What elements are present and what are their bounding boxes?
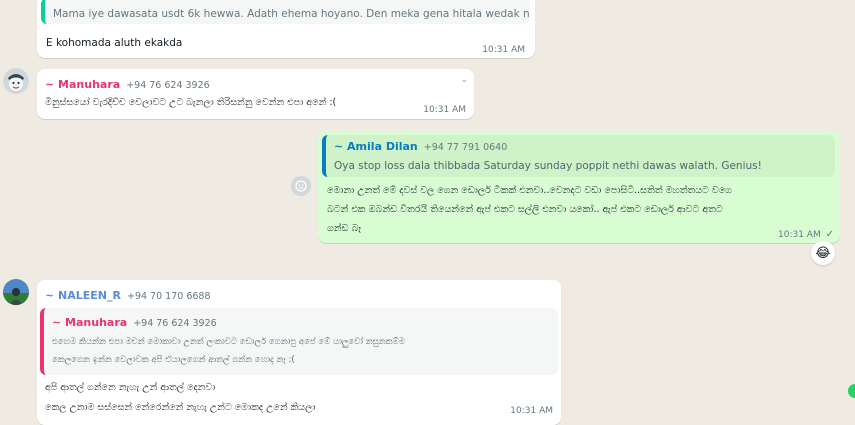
message-time: 10:31 AM ✓ — [778, 229, 834, 240]
laughing-emoji-reaction[interactable]: 😂 — [811, 241, 835, 265]
quoted-message[interactable]: ~ Amila Dilan +94 77 791 0640 Oya stop lo… — [322, 135, 835, 177]
message-time-label: 10:31 AM — [778, 230, 821, 240]
quoted-sender: ~ Amila Dilan +94 77 791 0640 — [334, 140, 507, 153]
emoji-icon[interactable] — [291, 176, 311, 196]
single-check-icon: ✓ — [825, 229, 834, 240]
sender-phone: +94 76 624 3926 — [126, 80, 210, 91]
message-bubble-2[interactable]: ~ Manuhara +94 76 624 3926 ⌄ මිනුස්සයෝ වැ… — [37, 69, 474, 119]
quoted-message[interactable]: Mama iye dawasata usdt 6k hewwa. Adath e… — [41, 0, 530, 24]
sender-phone: +94 70 170 6688 — [126, 291, 211, 302]
message-text: E kohomada aluth ekakda — [46, 37, 183, 49]
message-bubble-3[interactable]: ~ Amila Dilan +94 77 791 0640 Oya stop lo… — [318, 131, 840, 243]
quoted-text-line-2: කෙලගෙන ඉන්න වෙලාවක අපි ඒයාලගෙන් ආතල් ගන්… — [52, 355, 295, 365]
quoted-sender-label: ~ Manuhara — [52, 316, 128, 329]
quoted-sender-phone: +94 77 791 0640 — [423, 142, 508, 153]
quoted-sender-phone: +94 76 624 3926 — [133, 318, 217, 329]
message-bubble-4[interactable]: ~ NALEEN_R +94 70 170 6688 ~ Manuhara +94 … — [37, 280, 561, 425]
quoted-message[interactable]: ~ Manuhara +94 76 624 3926 එහෙම කියන්න එප… — [40, 308, 558, 375]
message-text-line-3: ගන්ඩ බෑ — [327, 223, 362, 234]
message-time: 10:31 AM — [510, 406, 553, 416]
quoted-text-line-1: එහෙම කියන්න එපා මචන් මොකාවා උනත් ලංකාවට … — [52, 337, 405, 347]
scroll-indicator[interactable] — [848, 384, 855, 398]
sender-label: ~ Manuhara — [45, 78, 121, 91]
message-time: 10:31 AM — [482, 45, 525, 55]
avatar-naleen[interactable] — [3, 279, 29, 305]
sender-name[interactable]: ~ NALEEN_R +94 70 170 6688 — [45, 289, 211, 302]
message-text-line-2: බටන් එක ඔබන්ඩ විතරයි තියෙන්නේ ඇප් එකට සල… — [327, 204, 723, 215]
quoted-text: Mama iye dawasata usdt 6k hewwa. Adath e… — [53, 8, 530, 20]
message-text: මිනුස්සයෝ වැරදිච්ච වෙලාවට උට බැනලා තිරිස… — [45, 97, 337, 108]
message-time: 10:31 AM — [423, 105, 466, 115]
sender-label: ~ NALEEN_R — [45, 289, 121, 302]
sender-name[interactable]: ~ Manuhara +94 76 624 3926 — [45, 78, 210, 91]
quoted-sender: ~ Manuhara +94 76 624 3926 — [52, 316, 217, 329]
quoted-sender-label: ~ Amila Dilan — [334, 140, 418, 153]
message-bubble-1[interactable]: Mama iye dawasata usdt 6k hewwa. Adath e… — [37, 0, 535, 58]
chevron-down-icon[interactable]: ⌄ — [460, 75, 468, 85]
avatar-manuhara[interactable] — [3, 68, 29, 94]
message-text-line-1: අපි ආතල් ගන්නෙ නැහැ උන් ආතල් දෙනවා — [45, 382, 216, 393]
quoted-text: Oya stop loss dala thibbada Saturday sun… — [334, 160, 762, 172]
message-text-line-2: කෙල උනාම සස්සෙන් නේරෙන්නේ නැහැ උන්ට මොකද… — [45, 402, 316, 413]
message-text-line-1: මොනා උනත් මේ දවස් වල ගෙන ඩොලර් ටිකක් එනව… — [327, 185, 732, 196]
